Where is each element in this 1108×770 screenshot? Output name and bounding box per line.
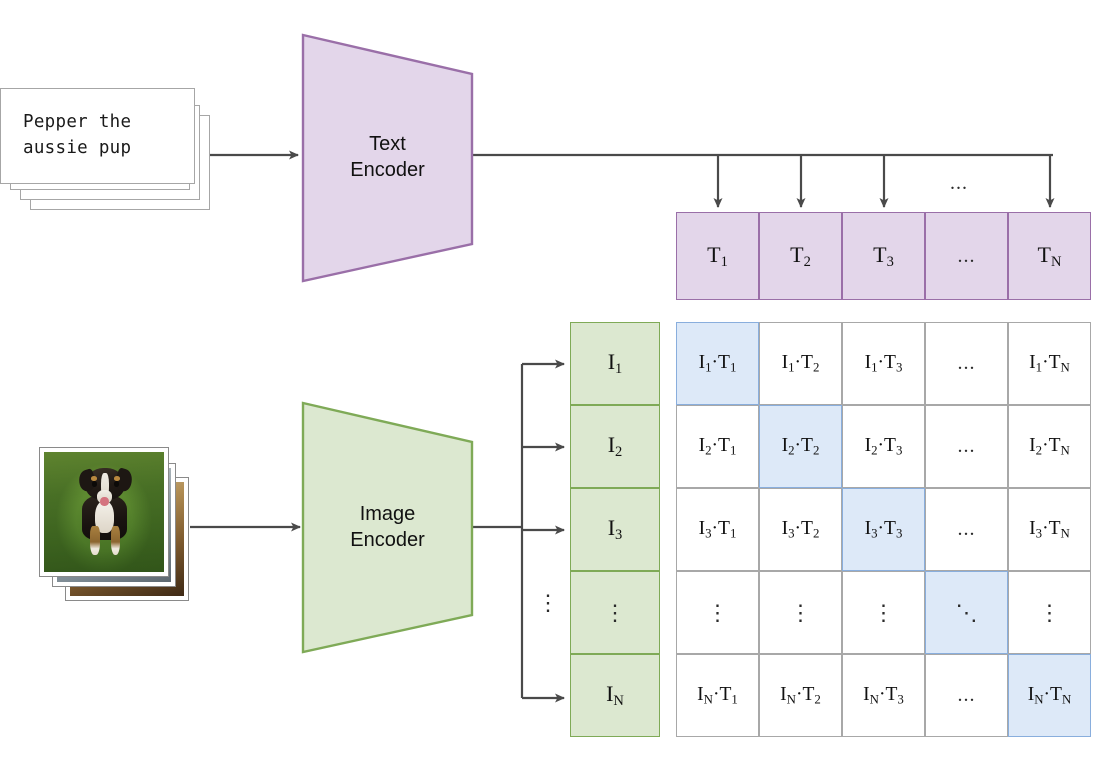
matrix-cell-3-1[interactable]: I3·T1 [676,488,759,571]
i-cell-text-3: I3 [607,515,623,543]
matrix-cell-2-2[interactable]: I2·T2 [759,405,842,488]
matrix-cell-label: I3·TN [1029,517,1070,541]
matrix-cell-3-5[interactable]: I3·TN [1008,488,1091,571]
matrix-cell-label: I2·TN [1029,434,1070,458]
matrix-cell-4-1[interactable]: ⋮ [676,571,759,654]
matrix-cell-label: IN·T1 [697,683,738,707]
matrix-cell-5-2[interactable]: IN·T2 [759,654,842,737]
matrix-cell-3-4[interactable]: ... [925,488,1008,571]
photo-front-puppy [39,447,169,577]
matrix-cell-1-2[interactable]: I1·T2 [759,322,842,405]
image-embedding-cell-1[interactable]: I1 [570,322,660,405]
matrix-cell-4-5[interactable]: ⋮ [1008,571,1091,654]
matrix-cell-label: I3·T2 [781,517,820,541]
puppy-illustration [76,467,135,557]
text-caption: Pepper the aussie pup [23,112,132,158]
matrix-cell-3-2[interactable]: I3·T2 [759,488,842,571]
matrix-cell-horizontal-ellipsis: ... [957,518,976,540]
matrix-cell-label: I2·T1 [698,434,737,458]
matrix-cell-label: I1·T3 [864,351,903,375]
text-bus-ellipsis: ... [950,172,968,194]
i-cell-text-n: IN [606,681,624,709]
text-embedding-cell-2[interactable]: T2 [759,212,842,300]
matrix-cell-5-4[interactable]: ... [925,654,1008,737]
matrix-cell-5-3[interactable]: IN·T3 [842,654,925,737]
matrix-cell-horizontal-ellipsis: ... [957,435,976,457]
image-embedding-cell-3[interactable]: I3 [570,488,660,571]
matrix-cell-label: IN·TN [1027,683,1072,707]
text-embedding-cell-ellipsis[interactable]: ... [925,212,1008,300]
matrix-cell-vertical-ellipsis: ⋮ [789,599,812,625]
image-embedding-cell-ellipsis[interactable]: ⋮ [570,571,660,654]
matrix-cell-label: I2·T2 [781,434,820,458]
matrix-cell-4-2[interactable]: ⋮ [759,571,842,654]
t-cell-text-2: T2 [790,241,811,270]
image-embedding-cell-n[interactable]: IN [570,654,660,737]
matrix-cell-vertical-ellipsis: ⋮ [706,599,729,625]
matrix-cell-1-5[interactable]: I1·TN [1008,322,1091,405]
text-embedding-cell-1[interactable]: T1 [676,212,759,300]
matrix-cell-3-3[interactable]: I3·T3 [842,488,925,571]
matrix-cell-label: I2·T3 [864,434,903,458]
matrix-cell-label: IN·T3 [863,683,904,707]
t-cell-text-3: T3 [873,241,894,270]
matrix-cell-2-3[interactable]: I2·T3 [842,405,925,488]
i-cell-text-1: I1 [607,349,623,377]
matrix-cell-2-1[interactable]: I2·T1 [676,405,759,488]
matrix-cell-4-4[interactable]: ⋱ [925,571,1008,654]
matrix-cell-vertical-ellipsis: ⋮ [1038,599,1061,625]
matrix-cell-1-1[interactable]: I1·T1 [676,322,759,405]
text-card-front: Pepper the aussie pup [0,88,195,184]
text-encoder-label: Text Encoder [350,133,425,181]
matrix-cell-1-4[interactable]: ... [925,322,1008,405]
text-embedding-cell-n[interactable]: TN [1008,212,1091,300]
matrix-cell-horizontal-ellipsis: ... [957,684,976,706]
matrix-cell-label: I3·T3 [864,517,903,541]
image-bus-ellipsis: ⋮ [537,590,559,615]
image-encoder-block[interactable]: Image Encoder [300,400,475,655]
matrix-cell-horizontal-ellipsis: ... [957,352,976,374]
matrix-cell-label: I3·T1 [698,517,737,541]
image-encoder-label: Image Encoder [350,502,425,551]
matrix-cell-label: I1·T2 [781,351,820,375]
matrix-cell-5-5[interactable]: IN·TN [1008,654,1091,737]
matrix-cell-2-4[interactable]: ... [925,405,1008,488]
matrix-cell-diagonal-ellipsis: ⋱ [955,599,978,625]
t-cell-text-1: T1 [707,241,728,270]
text-embedding-cell-3[interactable]: T3 [842,212,925,300]
matrix-cell-4-3[interactable]: ⋮ [842,571,925,654]
t-cell-text-ellipsis: ... [957,244,976,267]
matrix-cell-label: I1·TN [1029,351,1070,375]
i-cell-text-ellipsis: ⋮ [604,599,626,625]
matrix-cell-5-1[interactable]: IN·T1 [676,654,759,737]
matrix-cell-vertical-ellipsis: ⋮ [872,599,895,625]
image-embedding-cell-2[interactable]: I2 [570,405,660,488]
matrix-cell-1-3[interactable]: I1·T3 [842,322,925,405]
i-cell-text-2: I2 [607,432,623,460]
text-encoder-block[interactable]: Text Encoder [300,32,475,284]
clip-diagram-canvas: Pepper the aussie pup Text Encoder Image… [0,0,1108,770]
matrix-cell-2-5[interactable]: I2·TN [1008,405,1091,488]
matrix-cell-label: IN·T2 [780,683,821,707]
t-cell-text-n: TN [1037,241,1062,270]
matrix-cell-label: I1·T1 [698,351,737,375]
